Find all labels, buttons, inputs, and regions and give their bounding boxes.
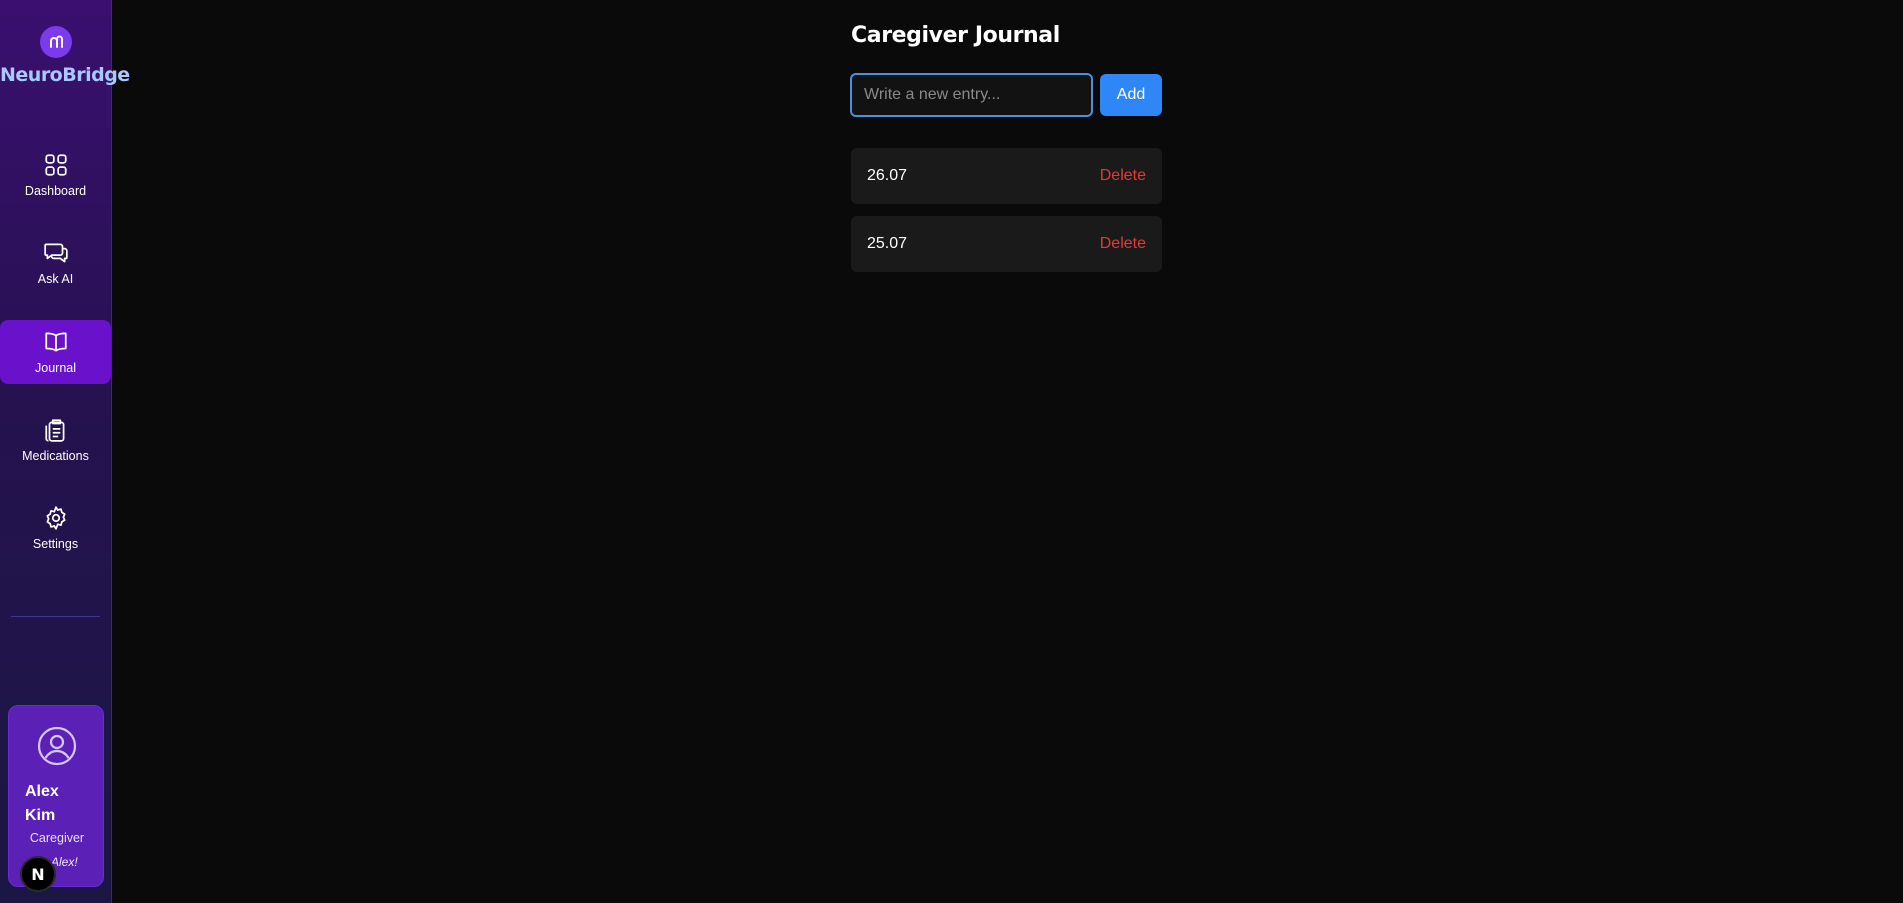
user-avatar-icon xyxy=(37,726,77,766)
app-name: NeuroBridge xyxy=(0,64,130,86)
entry-date: 26.07 xyxy=(867,167,908,184)
gear-icon xyxy=(45,506,66,530)
sidebar-item-settings[interactable]: Settings xyxy=(0,496,111,560)
sidebar-item-ask-ai[interactable]: Ask AI xyxy=(0,231,111,295)
sidebar-item-dashboard[interactable]: Dashboard xyxy=(0,143,111,207)
delete-entry-button[interactable]: Delete xyxy=(1100,167,1146,185)
delete-entry-button[interactable]: Delete xyxy=(1100,235,1146,253)
sidebar-item-journal[interactable]: Journal xyxy=(0,320,111,384)
dev-tools-badge[interactable]: N xyxy=(20,856,56,892)
sidebar: NeuroBridge Dashboard Ask AI Journal Med… xyxy=(0,0,130,903)
sidebar-divider xyxy=(11,616,100,617)
clipboard-icon xyxy=(44,419,64,442)
user-card[interactable]: Alex Kim Caregiver Alex! xyxy=(8,705,104,887)
sidebar-item-label: Medications xyxy=(22,449,89,463)
user-role: Caregiver xyxy=(29,831,85,845)
user-greeting: Alex! xyxy=(51,855,78,869)
journal-entry: 25.07 Delete xyxy=(851,216,1162,272)
logo-mark-icon xyxy=(40,26,72,58)
entry-date: 25.07 xyxy=(867,235,908,252)
grid-icon xyxy=(44,154,67,176)
journal-entry: 26.07 Delete xyxy=(851,148,1162,204)
page-title: Caregiver Journal xyxy=(851,23,1060,48)
chat-icon xyxy=(43,243,68,263)
sidebar-item-label: Journal xyxy=(35,361,76,375)
new-entry-input[interactable] xyxy=(850,73,1093,117)
sidebar-item-label: Dashboard xyxy=(24,184,87,198)
sidebar-item-label: Ask AI xyxy=(37,272,74,286)
book-icon xyxy=(44,332,67,352)
sidebar-item-medications[interactable]: Medications xyxy=(0,408,111,472)
user-name: Alex Kim xyxy=(25,783,59,824)
sidebar-item-label: Settings xyxy=(32,537,79,551)
add-entry-button[interactable]: Add xyxy=(1100,74,1162,116)
logo[interactable]: NeuroBridge xyxy=(0,26,130,86)
